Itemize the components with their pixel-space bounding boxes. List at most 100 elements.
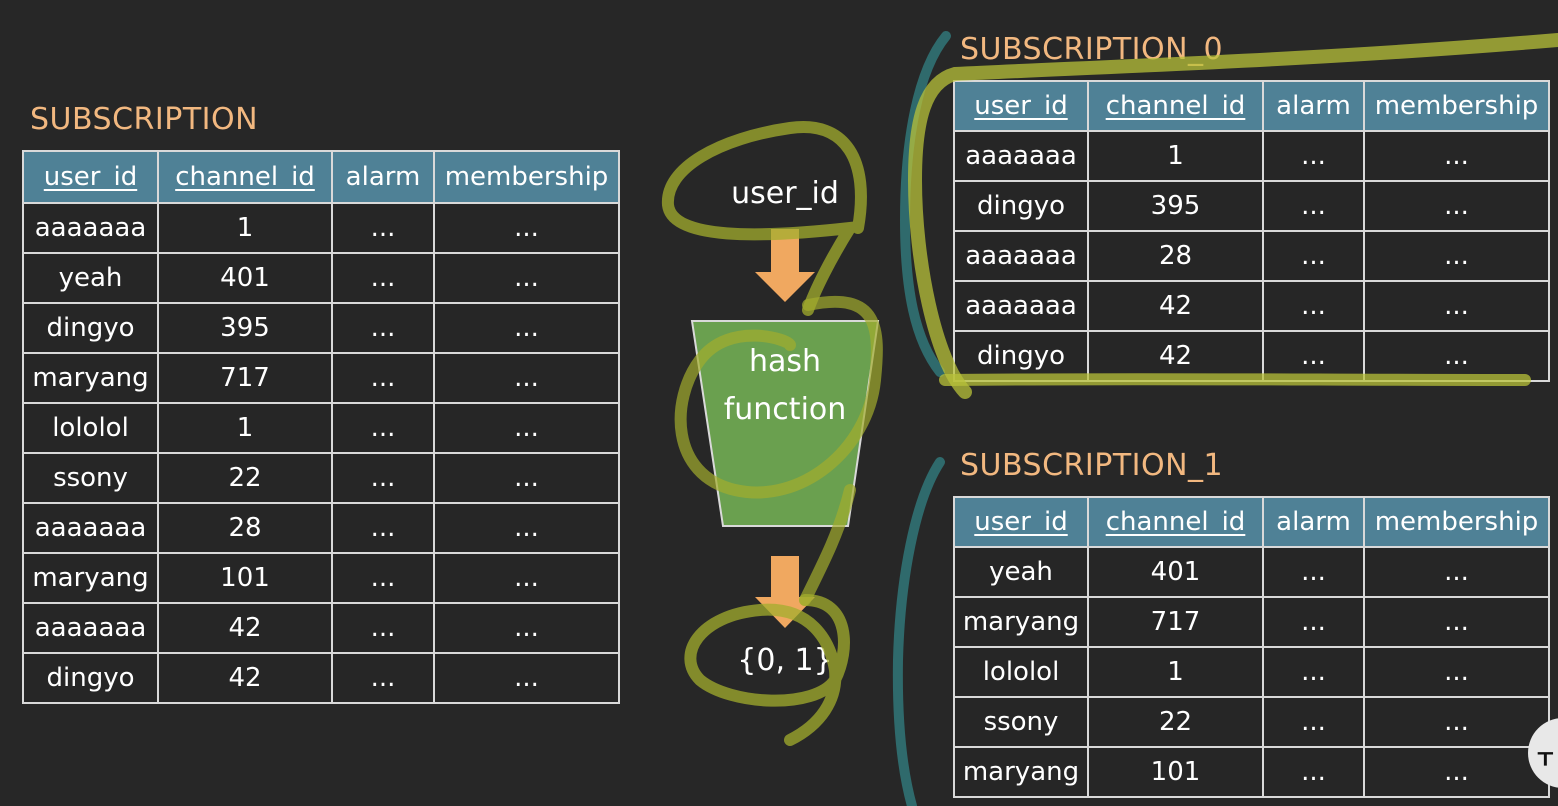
highlight-stroke — [661, 121, 867, 316]
subscription-1-table: user_id channel_id alarm membership yeah… — [953, 496, 1550, 798]
table-cell: ... — [1262, 230, 1365, 282]
column-header: membership — [433, 150, 620, 204]
table-cell: ... — [1262, 596, 1365, 648]
table-cell: yeah — [22, 252, 159, 304]
teal-bracket-stroke — [899, 31, 951, 377]
table-cell: ... — [331, 252, 435, 304]
teal-bracket-stroke — [892, 457, 945, 806]
table-cell: 101 — [1087, 746, 1264, 798]
table-row: maryang 101...... — [22, 552, 620, 604]
table-cell: 1 — [157, 402, 333, 454]
hash-input-label: user_id — [731, 176, 839, 211]
table-row: ssony 22...... — [953, 696, 1550, 748]
table-cell: ... — [1363, 646, 1550, 698]
column-header: channel_id — [157, 150, 333, 204]
table-cell: ... — [331, 302, 435, 354]
table-cell: ... — [331, 202, 435, 254]
table-row: aaaaaaa 42...... — [22, 602, 620, 654]
table-cell: ... — [1262, 180, 1365, 232]
table-cell: ... — [331, 352, 435, 404]
table-cell: 401 — [157, 252, 333, 304]
shard0-table-title: SUBSCRIPTION_0 — [960, 32, 1224, 67]
hash-function-label: hash function — [700, 338, 870, 434]
table-cell: ... — [1262, 330, 1365, 382]
main-table-title: SUBSCRIPTION — [30, 102, 259, 137]
table-cell: aaaaaaa — [22, 202, 159, 254]
table-cell: ... — [331, 452, 435, 504]
column-header: alarm — [1262, 496, 1365, 548]
column-header: user_id — [22, 150, 159, 204]
table-cell: 101 — [157, 552, 333, 604]
table-cell: 42 — [157, 652, 333, 704]
table-cell: ... — [433, 302, 620, 354]
table-cell: 717 — [1087, 596, 1264, 648]
table-cell: ... — [433, 252, 620, 304]
table-cell: maryang — [953, 746, 1089, 798]
table-cell: ... — [1262, 130, 1365, 182]
table-cell: aaaaaaa — [953, 230, 1089, 282]
table-cell: 401 — [1087, 546, 1264, 598]
subscription-table: user_id channel_id alarm membership aaaa… — [22, 150, 620, 704]
column-header: alarm — [1262, 80, 1365, 132]
table-cell: 395 — [1087, 180, 1264, 232]
table-row: lololol 1...... — [953, 646, 1550, 698]
table-cell: dingyo — [22, 652, 159, 704]
table-cell: ... — [1262, 546, 1365, 598]
table-cell: aaaaaaa — [22, 602, 159, 654]
table-cell: aaaaaaa — [22, 502, 159, 554]
down-arrow-icon — [755, 556, 815, 628]
table-row: maryang 101...... — [953, 746, 1550, 798]
table-row: aaaaaaa 1...... — [22, 202, 620, 254]
table-cell: maryang — [953, 596, 1089, 648]
table-row: maryang 717...... — [22, 352, 620, 404]
table-cell: ... — [331, 552, 435, 604]
table-row: lololol 1...... — [22, 402, 620, 454]
table-row: maryang 717...... — [953, 596, 1550, 648]
table-cell: ... — [433, 552, 620, 604]
table-cell: ssony — [22, 452, 159, 504]
table-row: aaaaaaa 28...... — [953, 230, 1550, 282]
shard1-table-title: SUBSCRIPTION_1 — [960, 448, 1224, 483]
subscription-0-table: user_id channel_id alarm membership aaaa… — [953, 80, 1550, 382]
table-cell: ssony — [953, 696, 1089, 748]
table-cell: ... — [331, 502, 435, 554]
table-cell: 395 — [157, 302, 333, 354]
table-cell: aaaaaaa — [953, 130, 1089, 182]
table-row: aaaaaaa 42...... — [953, 280, 1550, 332]
table-cell: maryang — [22, 352, 159, 404]
table-cell: ... — [433, 402, 620, 454]
table-header-row: user_id channel_id alarm membership — [22, 150, 620, 204]
table-row: dingyo 42...... — [953, 330, 1550, 382]
table-row: aaaaaaa 1...... — [953, 130, 1550, 182]
table-row: dingyo 395...... — [953, 180, 1550, 232]
table-cell: ... — [331, 402, 435, 454]
table-cell: dingyo — [953, 180, 1089, 232]
table-cell: 42 — [1087, 330, 1264, 382]
slide-canvas: SUBSCRIPTION user_id channel_id alarm me… — [0, 0, 1558, 806]
highlight-stroke — [799, 484, 856, 606]
table-cell: dingyo — [953, 330, 1089, 382]
table-cell: ... — [1363, 280, 1550, 332]
table-cell: 1 — [157, 202, 333, 254]
column-header: user_id — [953, 496, 1089, 548]
table-cell: 28 — [157, 502, 333, 554]
table-cell: dingyo — [22, 302, 159, 354]
table-cell: 42 — [157, 602, 333, 654]
table-cell: ... — [1262, 696, 1365, 748]
hash-label-line: function — [723, 392, 847, 427]
table-cell: ... — [433, 452, 620, 504]
table-cell: ... — [433, 352, 620, 404]
table-cell: ... — [1262, 646, 1365, 698]
table-cell: ... — [433, 502, 620, 554]
table-cell: 22 — [157, 452, 333, 504]
table-row: aaaaaaa 28...... — [22, 502, 620, 554]
table-cell: maryang — [22, 552, 159, 604]
table-row: yeah 401...... — [953, 546, 1550, 598]
table-cell: 1 — [1087, 130, 1264, 182]
table-cell: ... — [433, 602, 620, 654]
column-header: channel_id — [1087, 80, 1264, 132]
table-row: dingyo 395...... — [22, 302, 620, 354]
table-cell: ... — [1262, 280, 1365, 332]
table-cell: ... — [1363, 596, 1550, 648]
table-cell: ... — [1363, 330, 1550, 382]
